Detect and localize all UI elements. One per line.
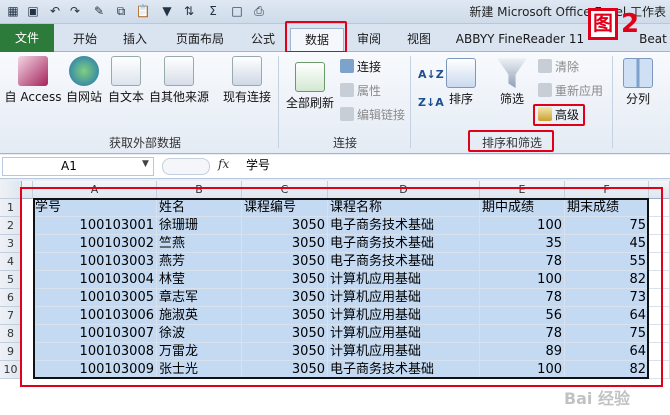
formula-bar: A1 ▼ fx 学号 bbox=[0, 155, 670, 179]
figure-number: 2 bbox=[621, 9, 640, 39]
edit-links-button[interactable]: 编辑链接 bbox=[340, 106, 405, 124]
split-columns-icon bbox=[623, 58, 653, 88]
refresh-all-button[interactable]: 全部刷新 bbox=[284, 62, 336, 111]
row-header-10[interactable]: 10 bbox=[0, 361, 22, 379]
tab-abbyy[interactable]: ABBYY FineReader 11 bbox=[452, 28, 588, 50]
refresh-icon bbox=[295, 62, 325, 92]
other-sources-icon bbox=[164, 56, 194, 86]
sort-z-a-icon[interactable]: Z↓A bbox=[418, 94, 444, 112]
row-header-2[interactable]: 2 bbox=[0, 217, 22, 235]
text-file-icon bbox=[111, 56, 141, 86]
group-separator bbox=[278, 56, 279, 148]
tab-view[interactable]: 视图 bbox=[396, 28, 442, 50]
web-globe-icon bbox=[69, 56, 99, 86]
tab-beat[interactable]: Beat bbox=[636, 28, 670, 50]
name-box-dropdown-icon[interactable]: ▼ bbox=[142, 159, 149, 169]
clear-filter-icon bbox=[538, 59, 552, 73]
copy-icon[interactable]: ⧉ bbox=[112, 3, 130, 20]
group-separator bbox=[410, 56, 411, 148]
properties-button[interactable]: 属性 bbox=[340, 82, 381, 100]
connections-icon bbox=[340, 59, 354, 73]
name-box[interactable]: A1 bbox=[2, 157, 154, 176]
from-other-sources-button[interactable]: 自其他来源 bbox=[148, 56, 210, 105]
from-access-button[interactable]: 自 Access bbox=[4, 56, 62, 105]
row-header-3[interactable]: 3 bbox=[0, 235, 22, 253]
group-label-get-external-data: 获取外部数据 bbox=[108, 136, 181, 150]
print-preview-icon[interactable]: ⎙ bbox=[250, 3, 268, 20]
sort-filter-highlight bbox=[468, 130, 554, 152]
existing-connections-icon bbox=[232, 56, 262, 86]
data-tab-highlight bbox=[285, 21, 347, 53]
filter-button[interactable]: 筛选 bbox=[496, 58, 528, 107]
sort-icon[interactable]: ⇅ bbox=[180, 3, 198, 20]
formula-input[interactable]: 学号 bbox=[240, 157, 668, 176]
filter-icon[interactable]: ▼ bbox=[158, 3, 176, 20]
row-header-1[interactable]: 1 bbox=[0, 199, 22, 217]
undo-icon[interactable]: ↶ bbox=[46, 3, 64, 20]
reapply-icon bbox=[538, 83, 552, 97]
existing-connections-button[interactable]: 现有连接 bbox=[220, 56, 274, 105]
tab-formulas[interactable]: 公式 bbox=[240, 28, 286, 50]
figure-badge: 图 bbox=[588, 8, 618, 40]
group-label-connections: 连接 bbox=[332, 136, 357, 150]
watermark: Bai 经验 bbox=[563, 389, 630, 408]
row-header-8[interactable]: 8 bbox=[0, 325, 22, 343]
save-icon[interactable]: ▣ bbox=[24, 3, 42, 20]
access-icon bbox=[18, 56, 48, 86]
properties-icon bbox=[340, 83, 354, 97]
sort-a-z-icon[interactable]: A↓Z bbox=[418, 66, 444, 84]
tab-review[interactable]: 审阅 bbox=[346, 28, 392, 50]
excel-logo-icon: ▦ bbox=[7, 4, 19, 18]
advanced-highlight bbox=[533, 104, 585, 126]
data-range-highlight bbox=[20, 187, 663, 387]
tab-file[interactable]: 文件 bbox=[0, 24, 54, 52]
ribbon: 自 Access 自网站 自文本 自其他来源 现有连接 获取外部数据 全部刷新 … bbox=[0, 52, 670, 154]
paste-icon[interactable]: 📋 bbox=[134, 3, 152, 20]
tab-page-layout[interactable]: 页面布局 bbox=[166, 28, 234, 50]
row-header-4[interactable]: 4 bbox=[0, 253, 22, 271]
sort-button[interactable]: 排序 bbox=[446, 58, 476, 107]
redo-icon[interactable]: ↷ bbox=[66, 3, 84, 20]
edit-links-icon bbox=[340, 107, 354, 121]
row-header-6[interactable]: 6 bbox=[0, 289, 22, 307]
tab-insert[interactable]: 插入 bbox=[112, 28, 158, 50]
row-header-9[interactable]: 9 bbox=[0, 343, 22, 361]
row-header-5[interactable]: 5 bbox=[0, 271, 22, 289]
from-text-button[interactable]: 自文本 bbox=[106, 56, 146, 105]
text-to-columns-button[interactable]: 分列 bbox=[620, 58, 656, 107]
sort-dialog-icon bbox=[446, 58, 476, 88]
tab-home[interactable]: 开始 bbox=[62, 28, 108, 50]
clear-button[interactable]: 清除 bbox=[538, 58, 579, 76]
from-web-button[interactable]: 自网站 bbox=[64, 56, 104, 105]
row-header-7[interactable]: 7 bbox=[0, 307, 22, 325]
group-separator bbox=[612, 56, 613, 148]
select-all-corner[interactable] bbox=[0, 181, 22, 199]
formula-bar-resize-handle[interactable] bbox=[162, 158, 210, 175]
new-document-icon[interactable]: □ bbox=[228, 3, 246, 20]
reapply-button[interactable]: 重新应用 bbox=[538, 82, 603, 100]
sum-icon[interactable]: Σ bbox=[204, 3, 222, 20]
insert-function-icon[interactable]: fx bbox=[218, 157, 229, 171]
ribbon-tabs: 文件 开始 插入 页面布局 公式 数据 审阅 视图 ABBYY FineRead… bbox=[0, 21, 670, 53]
funnel-icon bbox=[497, 58, 527, 88]
format-painter-icon[interactable]: ✎ bbox=[90, 3, 108, 20]
connections-button[interactable]: 连接 bbox=[340, 58, 381, 76]
